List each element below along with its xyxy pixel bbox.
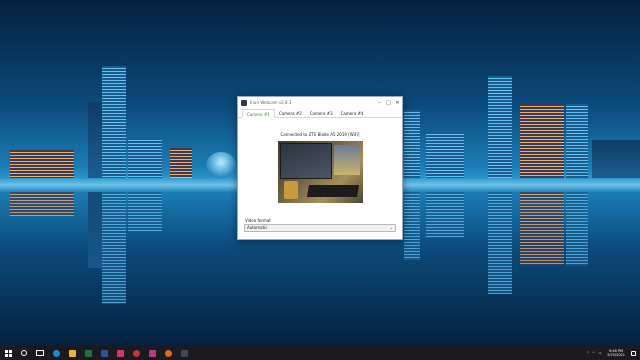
tab-camera-3[interactable]: Camera #3 [306, 109, 337, 117]
title-bar[interactable]: Iriun Webcam v2.8.3 – □ ✕ [238, 97, 402, 108]
folder-icon [68, 349, 76, 357]
video-format-select[interactable]: Automatic ⌄ [244, 224, 396, 232]
camera-preview [278, 141, 363, 203]
record-icon [132, 349, 140, 357]
close-button[interactable]: ✕ [393, 97, 402, 108]
notification-icon[interactable] [631, 350, 636, 356]
word-icon [100, 349, 108, 357]
minimize-button[interactable]: – [375, 97, 384, 108]
iriun-webcam-window[interactable]: Iriun Webcam v2.8.3 – □ ✕ Camera #1 Came… [237, 96, 403, 240]
taskbar-excel[interactable] [82, 347, 94, 359]
search-icon [21, 350, 27, 356]
app-icon [164, 349, 172, 357]
tab-camera-4[interactable]: Camera #4 [337, 109, 368, 117]
volume-icon[interactable]: ◁ [598, 351, 601, 355]
tab-camera-1[interactable]: Camera #1 [242, 109, 275, 118]
video-format-label: Video format [245, 218, 271, 223]
taskbar-file-explorer[interactable] [66, 347, 78, 359]
task-view-button[interactable] [34, 347, 46, 359]
taskbar-app-target[interactable] [130, 347, 142, 359]
maximize-button[interactable]: □ [384, 97, 393, 108]
taskbar-app-pink[interactable] [146, 347, 158, 359]
clock[interactable]: 9:46 PM 3/25/2021 [607, 349, 625, 357]
tab-camera-2[interactable]: Camera #2 [275, 109, 306, 117]
chevron-down-icon: ⌄ [389, 225, 393, 230]
video-format-value: Automatic [247, 225, 268, 230]
task-view-icon [36, 350, 44, 356]
excel-icon [84, 349, 92, 357]
search-button[interactable] [18, 347, 30, 359]
app-icon [148, 349, 156, 357]
app-icon [241, 99, 247, 106]
app-icon [116, 349, 124, 357]
window-title: Iriun Webcam v2.8.3 [250, 100, 292, 105]
edge-icon [52, 349, 60, 357]
system-tray: ^ ◠ ◁ 9:46 PM 3/25/2021 [586, 346, 636, 360]
webcam-icon [180, 349, 188, 357]
start-button[interactable] [2, 347, 14, 359]
wifi-icon[interactable]: ◠ [592, 351, 595, 355]
taskbar-word[interactable] [98, 347, 110, 359]
taskbar-app-red[interactable] [114, 347, 126, 359]
taskbar-app-orange[interactable] [162, 347, 174, 359]
tray-overflow-icon[interactable]: ^ [586, 351, 589, 355]
windows-icon [4, 349, 12, 357]
clock-date: 3/25/2021 [607, 353, 625, 357]
taskbar-iriun[interactable] [178, 347, 190, 359]
taskbar-edge[interactable] [50, 347, 62, 359]
camera-tabs: Camera #1 Camera #2 Camera #3 Camera #4 [238, 109, 402, 118]
taskbar: ^ ◠ ◁ 9:46 PM 3/25/2021 [0, 346, 640, 360]
connection-status: Connected to ZTE Blade A5 2019 [WiFi] [280, 132, 360, 137]
